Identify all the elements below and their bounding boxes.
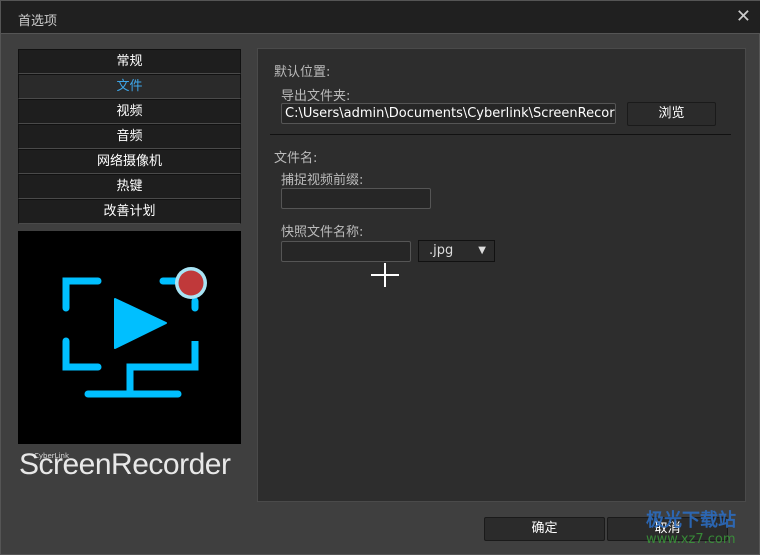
- nav-item-file[interactable]: 文件: [18, 74, 241, 99]
- nav-item-improvement[interactable]: 改善计划: [18, 199, 241, 224]
- nav-item-webcam[interactable]: 网络摄像机: [18, 149, 241, 174]
- snapshot-name-input[interactable]: [281, 241, 411, 262]
- snapshot-name-label: 快照文件名称:: [281, 225, 364, 240]
- watermark-url: www.xz7.com: [646, 532, 736, 547]
- title-bar: 首选项 ✕: [1, 1, 760, 34]
- app-logo: [18, 231, 241, 444]
- nav-item-hotkeys[interactable]: 热键: [18, 174, 241, 199]
- crosshair-cursor-icon: [371, 263, 399, 287]
- nav-item-video[interactable]: 视频: [18, 99, 241, 124]
- snapshot-format-select[interactable]: .jpg ▼: [418, 240, 495, 262]
- screen-recorder-icon: [62, 267, 207, 398]
- nav-item-audio[interactable]: 音频: [18, 124, 241, 149]
- watermark-text: 极光下载站: [646, 510, 736, 531]
- close-icon[interactable]: ✕: [736, 6, 751, 27]
- filename-label: 文件名:: [274, 151, 318, 166]
- nav-item-general[interactable]: 常规: [18, 49, 241, 74]
- video-prefix-input[interactable]: [281, 188, 431, 209]
- video-prefix-label: 捕捉视频前缀:: [281, 173, 364, 188]
- snapshot-format-value: .jpg: [429, 243, 454, 258]
- chevron-down-icon: ▼: [478, 245, 486, 256]
- window-title: 首选项: [18, 14, 58, 29]
- export-folder-input[interactable]: C:\Users\admin\Documents\Cyberlink\Scree…: [281, 103, 616, 124]
- ok-button[interactable]: 确定: [484, 517, 605, 541]
- default-location-label: 默认位置:: [274, 65, 331, 80]
- divider: [270, 134, 731, 135]
- brand-name: ScreenRecorder: [19, 448, 231, 481]
- preferences-nav: 常规 文件 视频 音频 网络摄像机 热键 改善计划: [18, 49, 241, 224]
- browse-button[interactable]: 浏览: [627, 102, 716, 126]
- file-settings-panel: 默认位置: 导出文件夹: C:\Users\admin\Documents\Cy…: [257, 48, 746, 502]
- export-folder-label: 导出文件夹:: [281, 89, 351, 104]
